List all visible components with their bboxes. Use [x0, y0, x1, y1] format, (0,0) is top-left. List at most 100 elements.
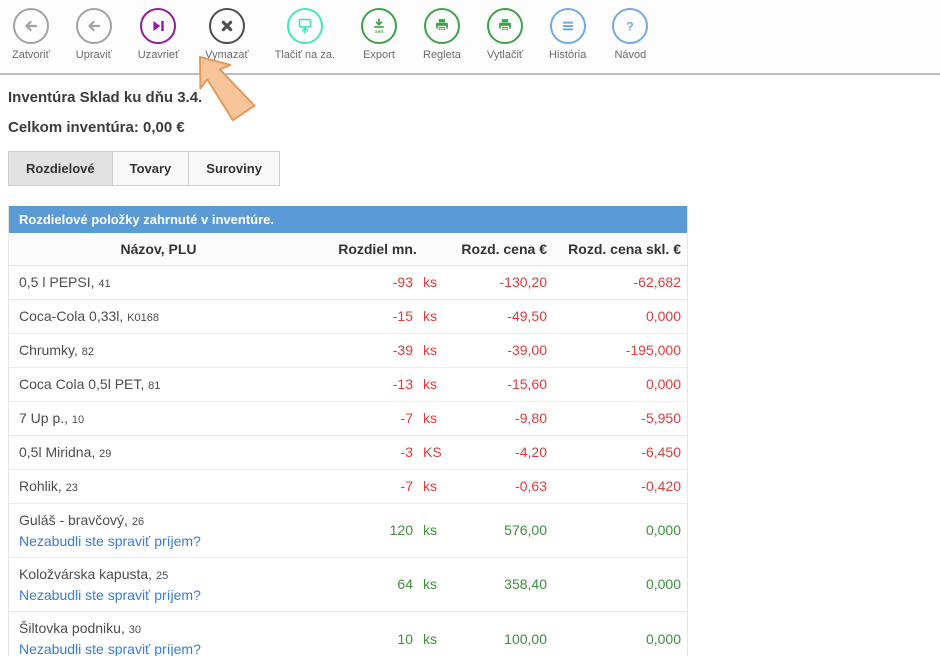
tab-rozdielov[interactable]: Rozdielové: [8, 151, 113, 186]
item-name-cell: Chrumky, 82: [9, 340, 308, 361]
toolbar-button-label: Zatvoriť: [12, 49, 50, 61]
table-header-row: Názov, PLU Rozdiel mn. Rozd. cena € Rozd…: [9, 233, 687, 266]
qty-unit: ks: [413, 376, 447, 392]
item-name: Rohlik, 23: [19, 476, 308, 497]
item-name: 0,5 l PEPSI, 41: [19, 272, 308, 293]
toolbar-button-label: Uzavrieť: [138, 49, 179, 61]
item-name-cell: Guláš - bravčový, 26Nezabudli ste spravi…: [9, 510, 308, 551]
item-plu: 25: [156, 570, 168, 582]
price-skl-value: 0,000: [547, 308, 687, 324]
toolbar: Zatvoriť Upraviť Uzavrieť Vymazať Tlačiť na …: [0, 0, 940, 75]
item-name: Šiltovka podniku, 30: [19, 618, 308, 639]
toolbar-button-vymaza[interactable]: Vymazať: [205, 8, 248, 61]
qty-unit: ks: [413, 274, 447, 290]
price-value: -49,50: [447, 308, 547, 324]
item-plu: 82: [82, 346, 94, 358]
price-value: -0,63: [447, 478, 547, 494]
inventory-table: Rozdielové položky zahrnuté v inventúre.…: [8, 206, 688, 656]
item-name-cell: Koložvárska kapusta, 25Nezabudli ste spr…: [9, 564, 308, 605]
table-row: 0,5 l PEPSI, 41-93ks-130,20-62,682: [9, 266, 687, 299]
toolbar-button-label: Regleta: [423, 49, 461, 61]
item-plu: 26: [132, 516, 144, 528]
x-icon: [209, 8, 245, 44]
svg-text:?: ?: [627, 19, 635, 33]
qty-value: -15: [308, 308, 413, 324]
printer-icon: [487, 8, 523, 44]
qty-unit: KS: [413, 444, 447, 460]
item-name-cell: Šiltovka podniku, 30Nezabudli ste spravi…: [9, 618, 308, 656]
table-row: Šiltovka podniku, 30Nezabudli ste spravi…: [9, 611, 687, 656]
price-skl-value: -6,450: [547, 444, 687, 460]
qty-unit: ks: [413, 342, 447, 358]
item-name-cell: Coca-Cola 0,33l, K0168: [9, 306, 308, 327]
price-value: -130,20: [447, 274, 547, 290]
qty-value: 10: [308, 631, 413, 647]
missing-income-link[interactable]: Nezabudli ste spraviť príjem?: [19, 639, 308, 656]
arrow-left-icon: [13, 8, 49, 44]
screen-up-icon: [287, 8, 323, 44]
page-title: Inventúra Sklad ku dňu 3.4.: [8, 89, 940, 106]
column-header-price-skl: Rozd. cena skl. €: [547, 241, 687, 257]
table-row: Guláš - bravčový, 26Nezabudli ste spravi…: [9, 503, 687, 557]
toolbar-button-label: Vytlačiť: [487, 49, 523, 61]
missing-income-link[interactable]: Nezabudli ste spraviť príjem?: [19, 531, 308, 551]
item-plu: 10: [72, 414, 84, 426]
item-name-cell: 0,5l Miridna, 29: [9, 442, 308, 463]
price-value: 100,00: [447, 631, 547, 647]
missing-income-link[interactable]: Nezabudli ste spraviť príjem?: [19, 585, 308, 605]
toolbar-button-uzavrie[interactable]: Uzavrieť: [138, 8, 179, 61]
qty-value: 120: [308, 522, 413, 538]
qty-value: -13: [308, 376, 413, 392]
price-value: -15,60: [447, 376, 547, 392]
qty-unit: ks: [413, 478, 447, 494]
item-name: Coca Cola 0,5l PET, 81: [19, 374, 308, 395]
toolbar-button-regleta[interactable]: Regleta: [423, 8, 461, 61]
toolbar-button-hist-ria[interactable]: História: [549, 8, 586, 61]
toolbar-button-label: Vymazať: [205, 49, 248, 61]
toolbar-button-label: Tlačiť na za.: [275, 49, 335, 61]
toolbar-button-zatvori[interactable]: Zatvoriť: [12, 8, 50, 61]
tab-tovary[interactable]: Tovary: [112, 151, 190, 186]
price-skl-value: -62,682: [547, 274, 687, 290]
toolbar-button-upravi[interactable]: Upraviť: [76, 8, 112, 61]
qty-value: 64: [308, 576, 413, 592]
price-value: 576,00: [447, 522, 547, 538]
tab-suroviny[interactable]: Suroviny: [188, 151, 280, 186]
download-xml-icon: xml: [361, 8, 397, 44]
toolbar-button-label: Upraviť: [76, 49, 112, 61]
column-header-name: Názov, PLU: [9, 241, 308, 257]
main-content: Inventúra Sklad ku dňu 3.4. Celkom inven…: [0, 75, 940, 656]
toolbar-button-vytla-i[interactable]: Vytlačiť: [487, 8, 523, 61]
price-skl-value: -5,950: [547, 410, 687, 426]
menu-lines-icon: [550, 8, 586, 44]
toolbar-button-export[interactable]: xml Export: [361, 8, 397, 61]
price-value: -39,00: [447, 342, 547, 358]
item-name: Chrumky, 82: [19, 340, 308, 361]
qty-value: -39: [308, 342, 413, 358]
item-name-cell: Coca Cola 0,5l PET, 81: [9, 374, 308, 395]
item-plu: 29: [99, 448, 111, 460]
item-name: Koložvárska kapusta, 25: [19, 564, 308, 585]
toolbar-button-tla-i-na-za[interactable]: Tlačiť na za.: [275, 8, 335, 61]
printer-icon: [424, 8, 460, 44]
price-skl-value: -0,420: [547, 478, 687, 494]
table-row: Coca Cola 0,5l PET, 81-13ks-15,600,000: [9, 367, 687, 401]
table-row: Coca-Cola 0,33l, K0168-15ks-49,500,000: [9, 299, 687, 333]
qty-value: -3: [308, 444, 413, 460]
toolbar-button-n-vod[interactable]: ? Návod: [612, 8, 648, 61]
toolbar-button-label: Export: [363, 49, 395, 61]
inventory-total: Celkom inventúra: 0,00 €: [8, 119, 940, 136]
item-plu: K0168: [127, 312, 159, 324]
item-plu: 23: [66, 482, 78, 494]
tab-bar: RozdielovéTovarySuroviny: [8, 151, 940, 186]
price-value: 358,40: [447, 576, 547, 592]
arrow-left-icon: [76, 8, 112, 44]
table-row: Koložvárska kapusta, 25Nezabudli ste spr…: [9, 557, 687, 611]
item-name-cell: 0,5 l PEPSI, 41: [9, 272, 308, 293]
item-name: Coca-Cola 0,33l, K0168: [19, 306, 308, 327]
toolbar-button-label: Návod: [614, 49, 646, 61]
price-skl-value: 0,000: [547, 576, 687, 592]
price-skl-value: 0,000: [547, 376, 687, 392]
item-plu: 30: [129, 624, 141, 636]
column-header-qty: Rozdiel mn.: [308, 241, 447, 257]
